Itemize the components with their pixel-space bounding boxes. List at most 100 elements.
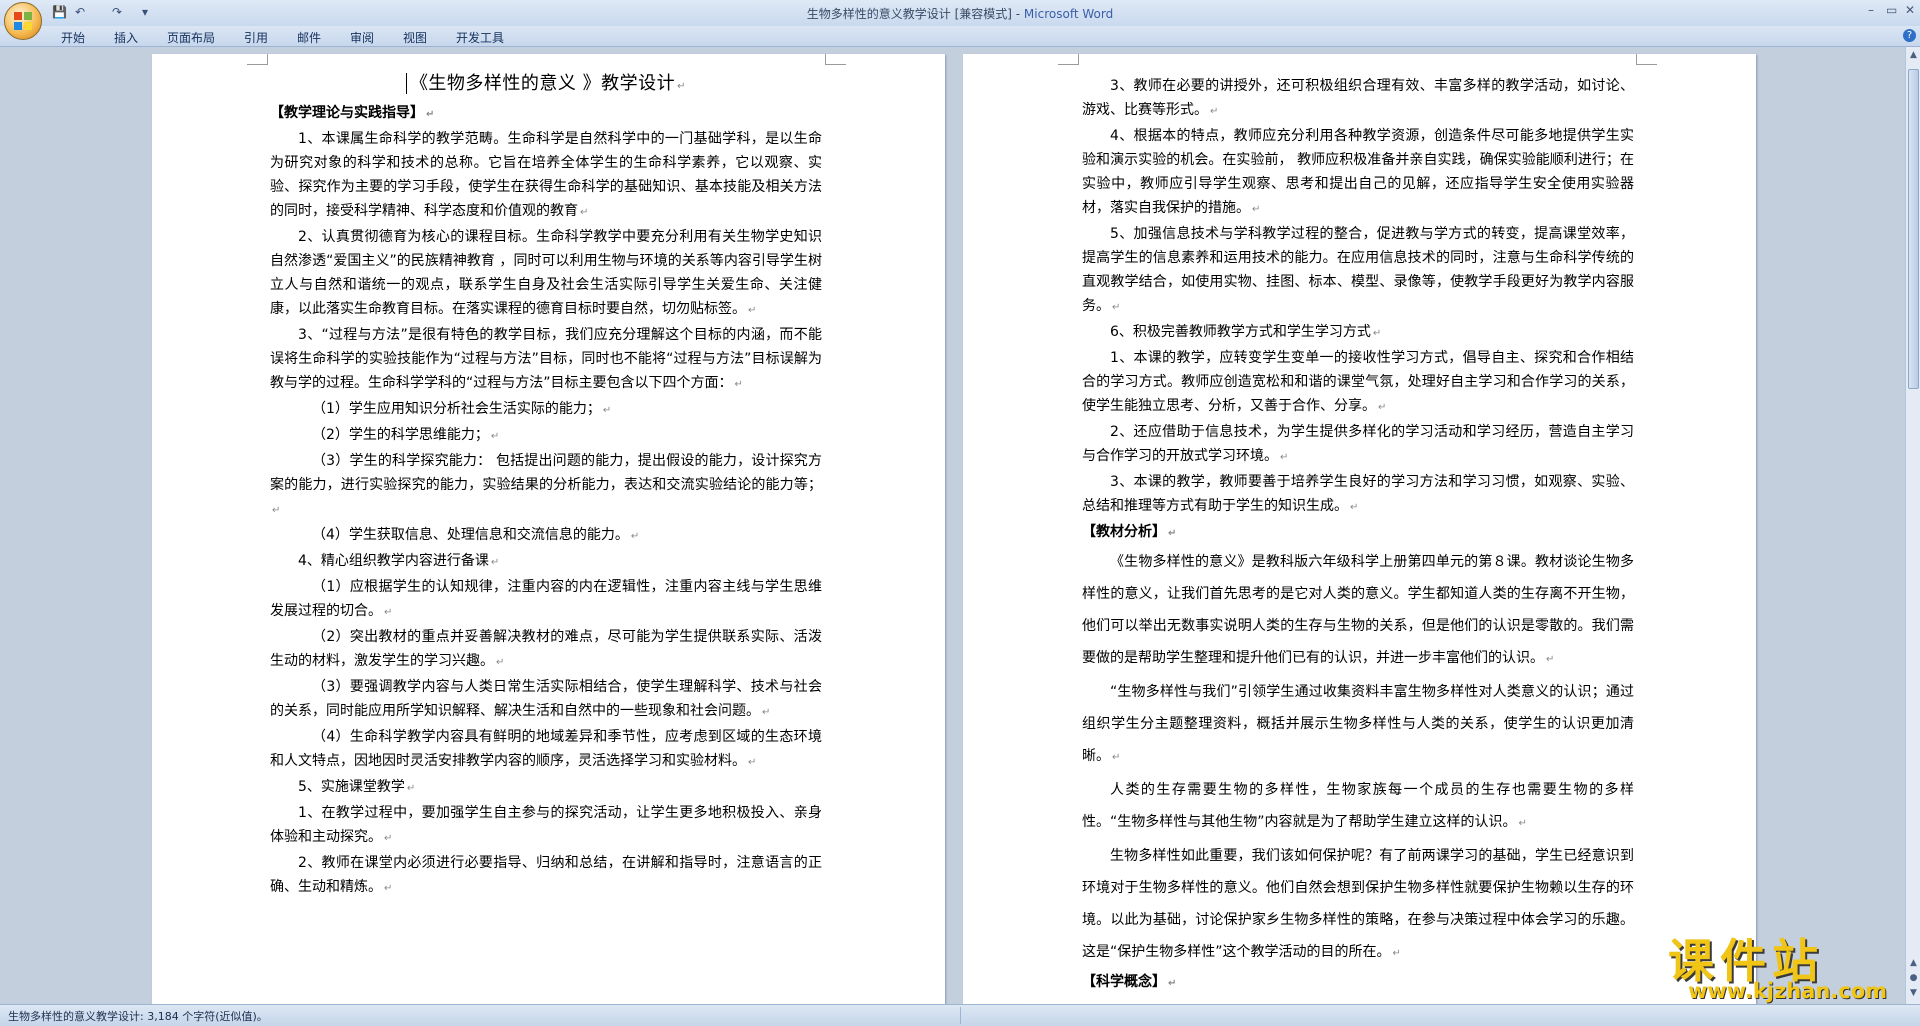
scroll-thumb[interactable]: [1908, 69, 1919, 389]
crop-mark: [825, 54, 846, 65]
paragraph-text: “生物多样性与我们”引领学生通过收集资料丰富生物多样性对人类意义的认识；通过组织…: [1082, 684, 1634, 764]
paragraph: （4）生命科学教学内容具有鲜明的地域差异和季节性，应考虑到区域的生态环境和人文特…: [270, 725, 822, 775]
paragraph-mark: ↵: [1112, 752, 1121, 763]
page-1-content[interactable]: 《生物多样性的意义 》教学设计 ↵ 【教学理论与实践指导】 ↵ 1、本课属生命科学的教…: [270, 66, 822, 901]
section-heading: 【教材分析】 ↵: [1082, 520, 1634, 546]
paragraph-mark: ↵: [1280, 452, 1289, 463]
paragraph: （3）学生的科学探究能力： 包括提出问题的能力，提出假设的能力，设计探究方案的能…: [270, 449, 822, 523]
paragraph-mark: ↵: [384, 607, 393, 618]
tab-developer[interactable]: 开发工具: [456, 29, 504, 46]
paragraph-text: 2、教师在课堂内必须进行必要指导、归纳和总结，在讲解和指导时，注意语言的正确、生…: [270, 855, 822, 895]
paragraph-text: （2）学生的科学思维能力；: [312, 427, 489, 443]
paragraph-text: （4）生命科学教学内容具有鲜明的地域差异和季节性，应考虑到区域的生态环境和人文特…: [270, 729, 822, 769]
paragraph: 1、本课的教学，应转变学生变单一的接收性学习方式，倡导自主、探究和合作相结合的学…: [1082, 346, 1634, 420]
paragraph-mark: ↵: [272, 505, 281, 516]
document-area[interactable]: 《生物多样性的意义 》教学设计 ↵ 【教学理论与实践指导】 ↵ 1、本课属生命科学的教…: [0, 47, 1905, 1004]
paragraph-mark: ↵: [1350, 502, 1359, 513]
paragraph: 2、认真贯彻德育为核心的课程目标。生命科学教学中要充分利用有关生物学史知识自然渗…: [270, 225, 822, 323]
paragraph-text: 1、本课属生命科学的教学范畴。生命科学是自然科学中的一门基础学科，是以生命为研究…: [270, 131, 822, 219]
crop-mark: [1636, 54, 1657, 65]
maximize-button[interactable]: ▭: [1886, 3, 1897, 17]
paragraph-text: （1）学生应用知识分析社会生活实际的能力；: [312, 401, 601, 417]
paragraph-mark: ↵: [630, 531, 640, 542]
paragraph-mark: ↵: [406, 783, 416, 794]
close-button[interactable]: ✕: [1905, 3, 1915, 17]
browse-object-icon[interactable]: ●: [1908, 972, 1919, 984]
page-2[interactable]: 3、教师在必要的讲授外，还可积极组织合理有效、丰富多样的教学活动，如讨论、游戏、…: [963, 54, 1756, 1004]
paragraph: “生物多样性与我们”引领学生通过收集资料丰富生物多样性对人类意义的认识；通过组织…: [1082, 676, 1634, 774]
title-bar: 💾 ↶ ↷ ▾ 生物多样性的意义教学设计 [兼容模式] - Microsoft …: [0, 0, 1920, 40]
paragraph-mark: ↵: [1168, 528, 1177, 539]
ribbon-tabs: 开始 插入 页面布局 引用 邮件 审阅 视图 开发工具 ?: [0, 26, 1920, 47]
tab-insert[interactable]: 插入: [114, 29, 138, 46]
office-button[interactable]: [4, 2, 42, 40]
paragraph: 1、在教学过程中，要加强学生自主参与的探究活动，让学生更多地积极投入、亲身体验和…: [270, 801, 822, 851]
paragraph-text: 人类的生存需要生物的多样性，生物家族每一个成员的生存也需要生物的多样性。“生物多…: [1082, 782, 1634, 830]
paragraph: 《生物多样性的意义》是教科版六年级科学上册第四单元的第８课。教材谈论生物多样性的…: [1082, 546, 1634, 676]
paragraph: 6、积极完善教师教学方式和学生学习方式 ↵: [1082, 320, 1634, 346]
scroll-down-icon[interactable]: ▼: [1908, 987, 1919, 999]
paragraph-mark: ↵: [748, 757, 757, 768]
status-bar: 生物多样性的意义教学设计: 3,184 个字符(近似值)。: [0, 1004, 1920, 1026]
tab-page-layout[interactable]: 页面布局: [167, 29, 215, 46]
paragraph: 3、本课的教学，教师要善于培养学生良好的学习方法和学习习惯，如观察、实验、总结和…: [1082, 470, 1634, 520]
scroll-up-icon[interactable]: ▲: [1908, 49, 1919, 61]
paragraph-text: （2）突出教材的重点并妥善解决教材的难点，尽可能为学生提供联系实际、活泼生动的材…: [270, 629, 822, 669]
tab-home[interactable]: 开始: [61, 29, 85, 46]
office-logo-icon: [14, 12, 32, 30]
paragraph-text: 4、精心组织教学内容进行备课: [298, 553, 489, 569]
paragraph-mark: ↵: [748, 305, 757, 316]
page-1[interactable]: 《生物多样性的意义 》教学设计 ↵ 【教学理论与实践指导】 ↵ 1、本课属生命科学的教…: [152, 54, 945, 1004]
paragraph-text: 生物多样性如此重要，我们该如何保护呢？有了前两课学习的基础，学生已经意识到环境对…: [1082, 848, 1634, 960]
paragraph: （4）学生获取信息、处理信息和交流信息的能力。 ↵: [270, 523, 822, 549]
paragraph-mark: ↵: [1112, 302, 1121, 313]
tab-mailings[interactable]: 邮件: [297, 29, 321, 46]
paragraph-mark: ↵: [734, 379, 743, 390]
paragraph: （1）应根据学生的认知规律，注重内容的内在逻辑性，注重内容主线与学生思维发展过程…: [270, 575, 822, 625]
paragraph-text: 2、认真贯彻德育为核心的课程目标。生命科学教学中要充分利用有关生物学史知识自然渗…: [270, 229, 822, 317]
paragraph-text: 1、本课的教学，应转变学生变单一的接收性学习方式，倡导自主、探究和合作相结合的学…: [1082, 350, 1634, 414]
paragraph: 4、根据本的特点，教师应充分利用各种教学资源，创造条件尽可能多地提供学生实验和演…: [1082, 124, 1634, 222]
paragraph: （3）要强调教学内容与人类日常生活实际相结合，使学生理解科学、技术与社会的关系，…: [270, 675, 822, 725]
previous-page-icon[interactable]: ▲: [1908, 957, 1919, 969]
paragraph: 5、实施课堂教学 ↵: [270, 775, 822, 801]
help-icon[interactable]: ?: [1903, 29, 1916, 42]
page-2-paragraphs: 3、教师在必要的讲授外，还可积极组织合理有效、丰富多样的教学活动，如讨论、游戏、…: [1082, 74, 1634, 996]
vertical-scrollbar[interactable]: ▲ ▲ ● ▼: [1905, 47, 1920, 1004]
paragraph-text: 【教材分析】: [1082, 524, 1166, 540]
tab-references[interactable]: 引用: [244, 29, 268, 46]
paragraph-text: （3）学生的科学探究能力： 包括提出问题的能力，提出假设的能力，设计探究方案的能…: [270, 453, 822, 493]
paragraph-mark: ↵: [1378, 402, 1387, 413]
section-heading: 【教学理论与实践指导】 ↵: [270, 101, 822, 127]
paragraph-text: 【教学理论与实践指导】: [270, 105, 424, 121]
page-2-content[interactable]: 3、教师在必要的讲授外，还可积极组织合理有效、丰富多样的教学活动，如讨论、游戏、…: [1082, 74, 1634, 996]
paragraph-mark: ↵: [426, 109, 435, 120]
tab-view[interactable]: 视图: [403, 29, 427, 46]
paragraph: 1、本课属生命科学的教学范畴。生命科学是自然科学中的一门基础学科，是以生命为研究…: [270, 127, 822, 225]
paragraph: （2）突出教材的重点并妥善解决教材的难点，尽可能为学生提供联系实际、活泼生动的材…: [270, 625, 822, 675]
minimize-button[interactable]: –: [1868, 3, 1874, 17]
tab-review[interactable]: 审阅: [350, 29, 374, 46]
paragraph-mark: ↵: [490, 557, 500, 568]
paragraph-text: 【科学概念】: [1082, 974, 1166, 990]
word-count-status[interactable]: 生物多样性的意义教学设计: 3,184 个字符(近似值)。: [8, 1008, 268, 1024]
paragraph: （1）学生应用知识分析社会生活实际的能力； ↵: [270, 397, 822, 423]
window-title: 生物多样性的意义教学设计 [兼容模式] - Microsoft Word: [806, 7, 1114, 21]
watermark-url: www.kjzhan.com: [1688, 979, 1888, 1003]
paragraph-mark: ↵: [1168, 978, 1177, 989]
paragraph-text: 4、根据本的特点，教师应充分利用各种教学资源，创造条件尽可能多地提供学生实验和演…: [1082, 128, 1634, 216]
crop-mark: [247, 54, 268, 65]
paragraph-mark: ↵: [1372, 328, 1382, 339]
paragraph-text: 1、在教学过程中，要加强学生自主参与的探究活动，让学生更多地积极投入、亲身体验和…: [270, 805, 822, 845]
document-title: 《生物多样性的意义 》教学设计 ↵: [270, 69, 822, 95]
paragraph-mark: ↵: [762, 707, 771, 718]
site-watermark: 课件站 www.kjzhan.com: [1668, 925, 1900, 1005]
paragraph: 人类的生存需要生物的多样性，生物家族每一个成员的生存也需要生物的多样性。“生物多…: [1082, 774, 1634, 840]
paragraph-text: （1）应根据学生的认知规律，注重内容的内在逻辑性，注重内容主线与学生思维发展过程…: [270, 579, 822, 619]
crop-mark: [1058, 54, 1079, 65]
paragraph: 5、加强信息技术与学科教学过程的整合，促进教与学方式的转变，提高课堂效率，提高学…: [1082, 222, 1634, 320]
paragraph-mark: ↵: [1392, 948, 1401, 959]
status-divider: [960, 1007, 961, 1024]
paragraph-text: （4）学生获取信息、处理信息和交流信息的能力。: [312, 527, 629, 543]
paragraph-text: （3）要强调教学内容与人类日常生活实际相结合，使学生理解科学、技术与社会的关系，…: [270, 679, 822, 719]
